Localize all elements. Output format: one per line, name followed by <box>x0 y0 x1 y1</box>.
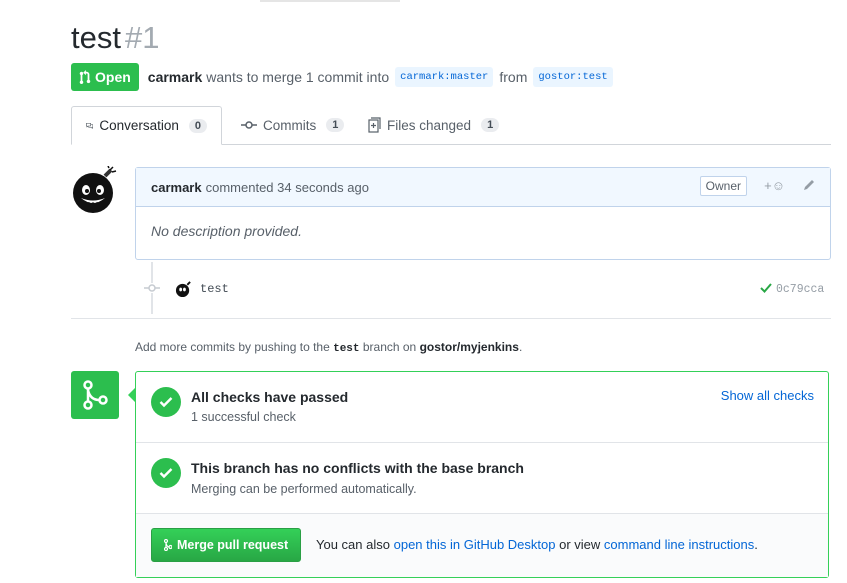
tab-conversation[interactable]: Conversation 0 <box>71 106 222 145</box>
timeline-divider <box>71 318 831 319</box>
check-icon <box>760 283 772 293</box>
hint-suffix: . <box>518 340 523 354</box>
top-divider <box>260 0 400 2</box>
state-badge: Open <box>71 63 139 91</box>
conflicts-title: This branch has no conflicts with the ba… <box>191 460 524 476</box>
show-all-checks-link[interactable]: Show all checks <box>721 388 814 403</box>
checks-title: All checks have passed <box>191 389 349 405</box>
tab-label: Commits <box>263 117 317 133</box>
head-branch[interactable]: gostor:test <box>533 67 613 87</box>
tab-files-changed[interactable]: Files changed 1 <box>354 106 513 144</box>
open-in-desktop-link[interactable]: open this in GitHub Desktop <box>394 537 556 552</box>
checks-row: All checks have passed 1 successful chec… <box>136 372 828 443</box>
merge-button-label: Merge pull request <box>177 538 289 552</box>
pr-summary: wants to merge 1 commit into <box>206 69 390 85</box>
tab-counter: 1 <box>481 118 500 132</box>
tab-counter: 0 <box>188 118 207 133</box>
commit-message-link[interactable]: test <box>200 282 229 296</box>
conflicts-subtitle: Merging can be performed automatically. <box>191 482 417 496</box>
commit-sha-link[interactable]: 0c79cca <box>776 283 824 296</box>
pr-meta: Open carmark wants to merge 1 commit int… <box>71 63 619 91</box>
commit-avatar[interactable] <box>175 281 192 298</box>
pr-tabs: Conversation 0 Commits 1 Files changed 1 <box>71 106 831 145</box>
base-branch[interactable]: carmark:master <box>395 67 494 87</box>
git-commit-icon <box>241 121 257 129</box>
diff-icon <box>368 117 381 133</box>
hint-repo: gostor/myjenkins <box>419 340 519 354</box>
tab-counter: 1 <box>326 118 345 132</box>
hint-branch: test <box>333 343 360 355</box>
tab-commits[interactable]: Commits 1 <box>227 106 358 144</box>
check-circle-icon <box>151 458 181 488</box>
page-title: test #1 <box>71 18 159 58</box>
end-period: . <box>754 537 758 552</box>
pr-title: test <box>71 20 121 55</box>
tab-label: Files changed <box>387 117 472 133</box>
push-hint: Add more commits by pushing to the test … <box>135 340 522 355</box>
edit-icon[interactable] <box>802 178 816 192</box>
check-circle-icon <box>151 387 181 417</box>
merge-pull-request-button[interactable]: Merge pull request <box>151 528 302 562</box>
merge-alternatives: You can also open this in GitHub Desktop… <box>316 537 758 552</box>
conflicts-row: This branch has no conflicts with the ba… <box>136 443 828 514</box>
or-view-text: or view <box>559 537 601 552</box>
owner-badge: Owner <box>699 176 747 196</box>
merge-box: All checks have passed 1 successful chec… <box>128 371 829 578</box>
git-merge-icon <box>164 539 172 551</box>
git-merge-icon <box>83 380 108 410</box>
pr-number: #1 <box>124 20 160 55</box>
comment-discussion-icon <box>86 122 94 129</box>
comment-body: No description provided. <box>151 223 302 239</box>
pull-request-icon <box>79 70 91 84</box>
comment-box: carmark commented 34 seconds ago Owner +… <box>135 167 831 260</box>
hint-text: branch on <box>362 340 417 354</box>
comment-timestamp[interactable]: commented 34 seconds ago <box>206 180 369 195</box>
hint-text: Add more commits by pushing to the <box>135 340 330 354</box>
avatar[interactable] <box>71 166 119 214</box>
git-commit-icon <box>144 283 160 293</box>
state-label: Open <box>95 69 131 85</box>
comment-header: carmark commented 34 seconds ago Owner +… <box>136 168 830 207</box>
tab-label: Conversation <box>99 118 179 133</box>
add-reaction-icon[interactable]: +☺ <box>764 178 785 193</box>
merge-action-row: Merge pull request You can also open thi… <box>136 514 828 577</box>
checks-subtitle: 1 successful check <box>191 410 296 424</box>
command-line-instructions-link[interactable]: command line instructions <box>604 537 754 552</box>
merge-status-badge <box>71 371 119 419</box>
pr-author-link[interactable]: carmark <box>148 69 203 85</box>
also-text: You can also <box>316 537 390 552</box>
from-word: from <box>499 69 528 85</box>
comment-author[interactable]: carmark <box>151 180 202 195</box>
